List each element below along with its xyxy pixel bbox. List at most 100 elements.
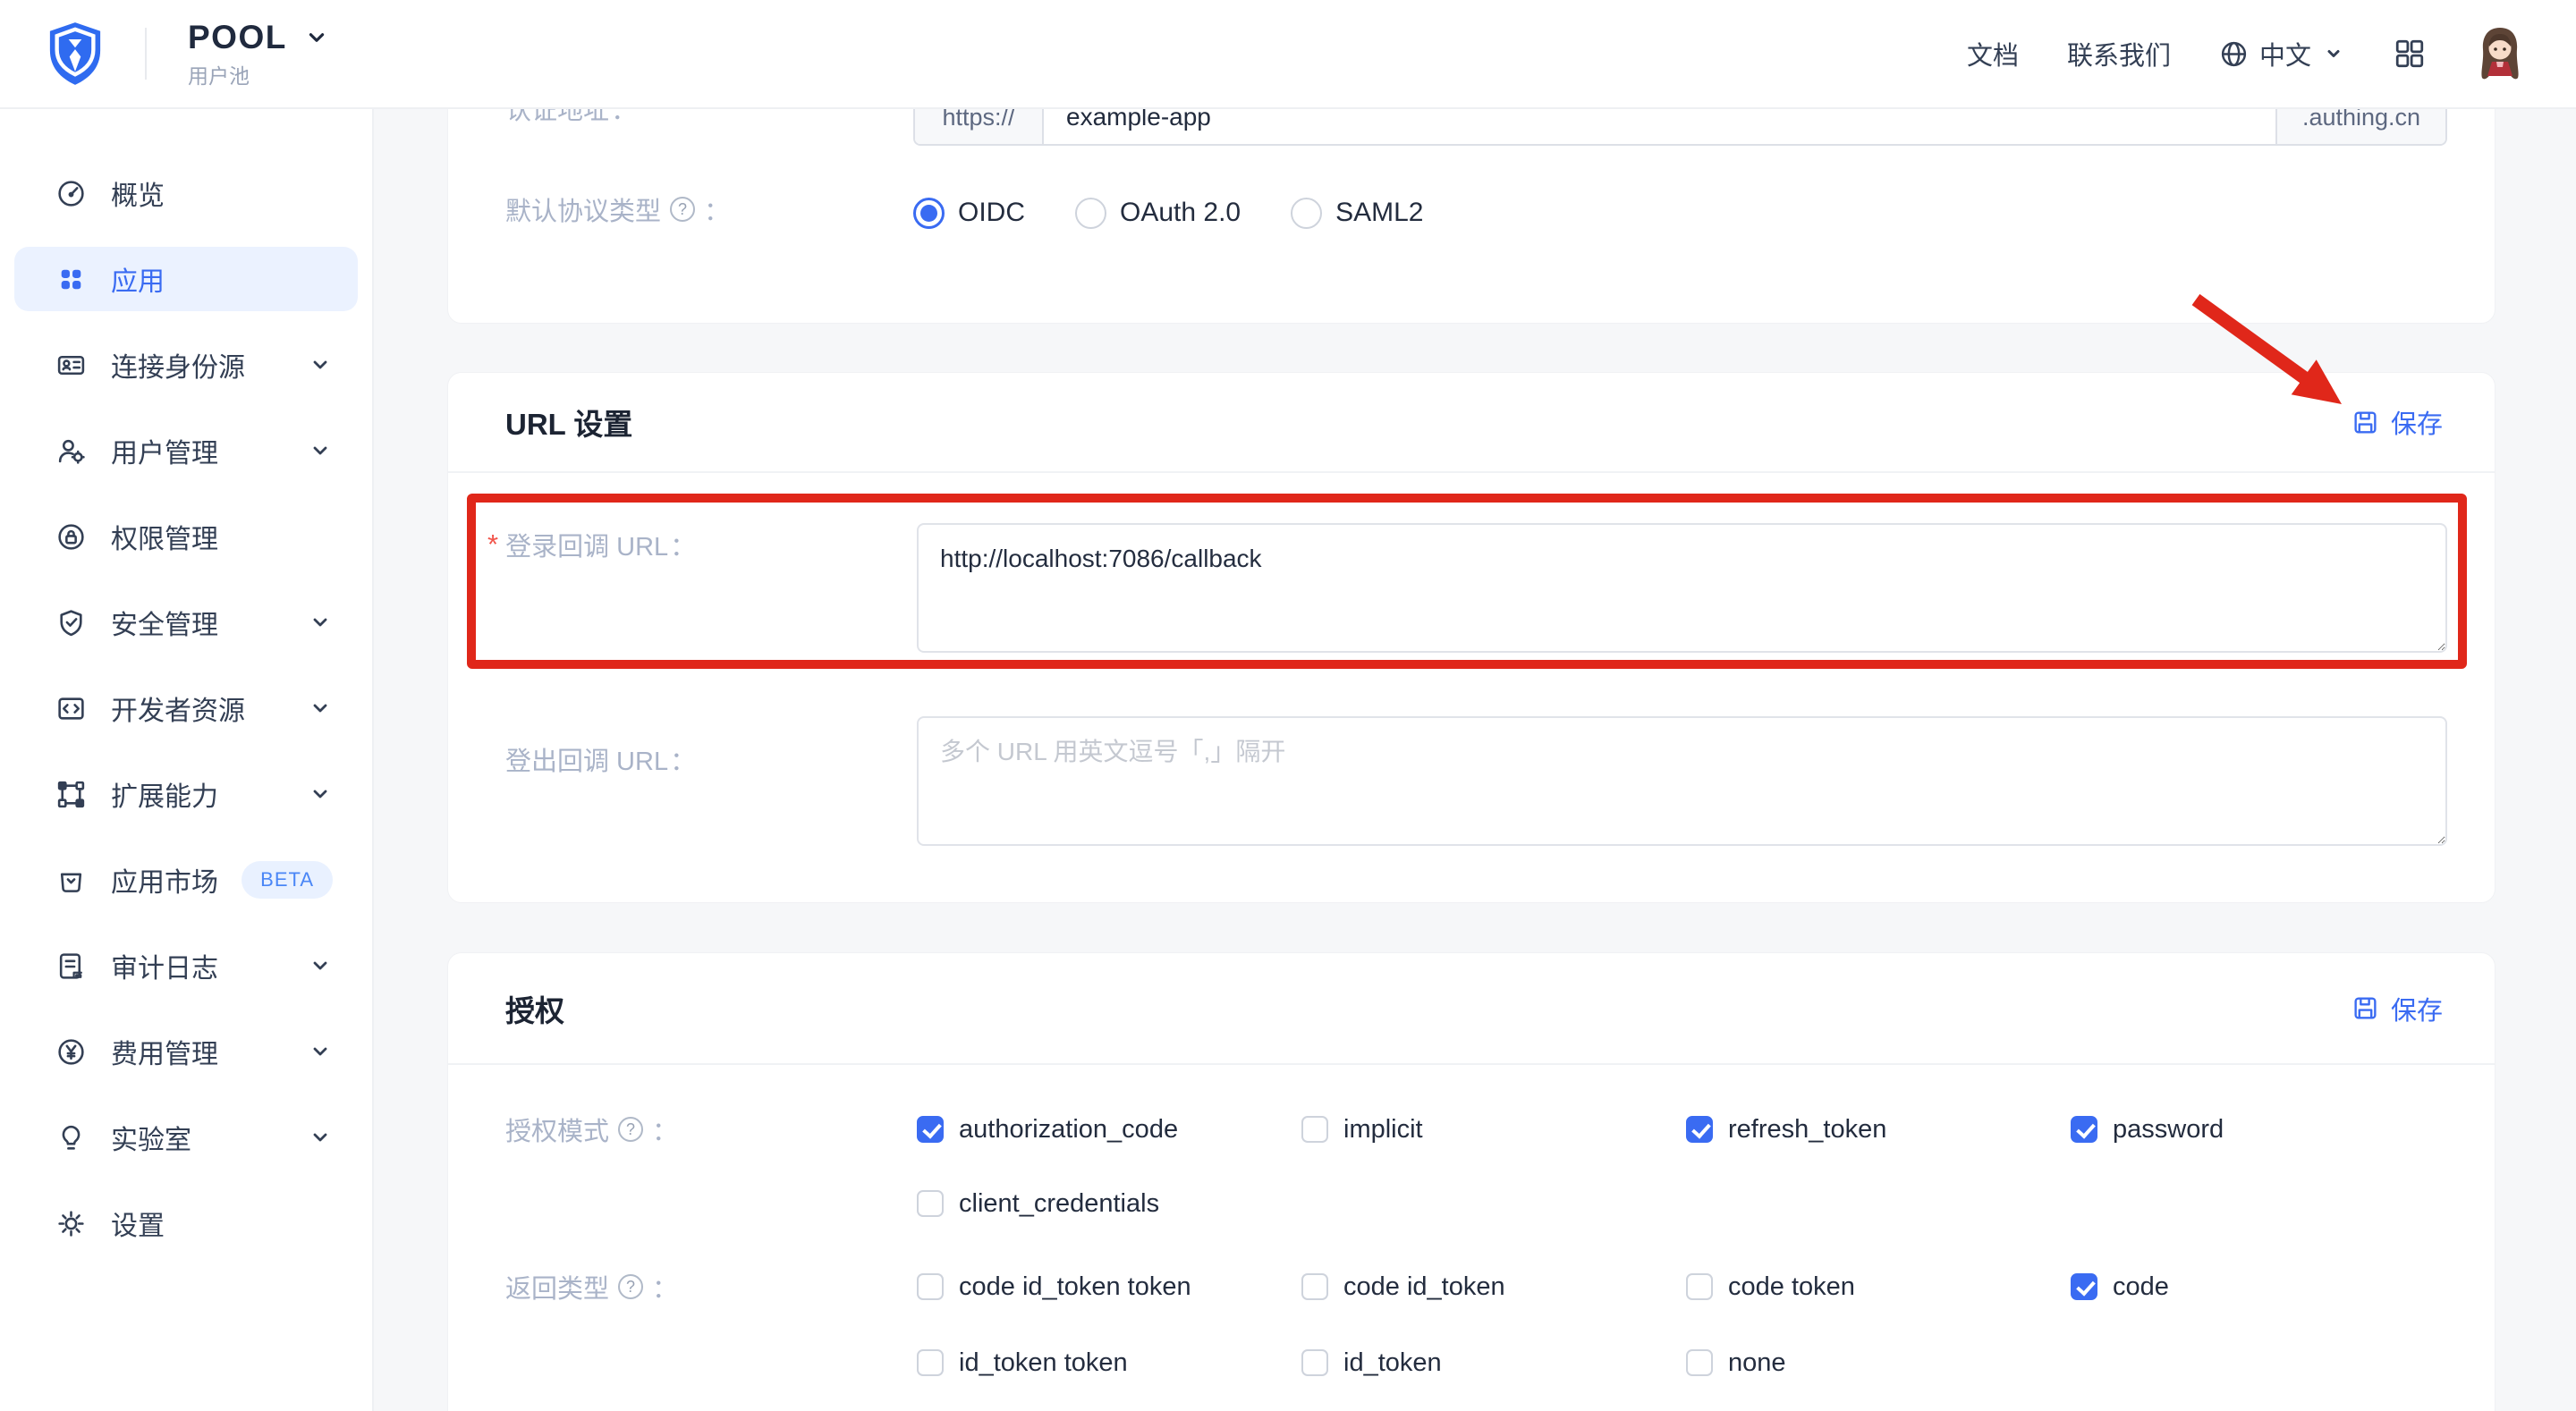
sidebar-item-label: 权限管理 (111, 517, 333, 556)
chevron-down-icon (308, 352, 333, 377)
header-divider (145, 28, 147, 80)
checkbox-idtoken[interactable]: id_token (1301, 1348, 1686, 1378)
avatar[interactable] (2474, 24, 2526, 83)
sidebar: 概览 应用 连接身份源 用户管理 权限管理 安全管理 开发者资源 扩展能力 应用… (0, 109, 374, 1411)
sidebar-item-label: 开发者资源 (111, 689, 308, 728)
authorization-card: 授权 保存 授权模式 ? ： authorization_code implic… (447, 952, 2496, 1411)
response-type-row-2: id_token token id_token none (917, 1344, 2071, 1381)
chevron-down-icon (308, 782, 333, 807)
document-log-icon (55, 951, 87, 982)
sidebar-item-label: 连接身份源 (111, 345, 308, 384)
checkbox-client-credentials[interactable]: client_credentials (917, 1189, 1301, 1219)
sidebar-item-label: 费用管理 (111, 1032, 308, 1071)
basic-settings-card: 认证地址： https:// .authing.cn 默认协议类型 ? ： OI… (447, 109, 2496, 324)
contact-link[interactable]: 联系我们 (2067, 35, 2171, 72)
userpool-switcher[interactable]: POOL 用户池 (188, 19, 330, 89)
yen-circle-icon (55, 1036, 87, 1068)
save-button[interactable]: 保存 (2351, 990, 2443, 1027)
help-icon[interactable]: ? (618, 1274, 643, 1299)
language-selector[interactable]: 中文 (2219, 35, 2345, 72)
sidebar-item-security-management[interactable]: 安全管理 (14, 590, 358, 655)
checkbox-authorization-code[interactable]: authorization_code (917, 1115, 1301, 1145)
sidebar-item-label: 应用市场 (111, 860, 242, 900)
checkbox-none[interactable]: none (1686, 1348, 2071, 1378)
sidebar-item-audit-logs[interactable]: 审计日志 (14, 934, 358, 998)
url-settings-card: URL 设置 保存 * 登录回调 URL： http://localhost:7… (447, 372, 2496, 903)
radio-saml2[interactable]: SAML2 (1291, 198, 1423, 229)
chevron-down-icon (2322, 42, 2345, 65)
apps-dots-icon (55, 264, 87, 295)
chevron-down-icon (303, 24, 330, 51)
radio-oidc[interactable]: OIDC (913, 198, 1025, 229)
sidebar-item-identity-sources[interactable]: 连接身份源 (14, 333, 358, 397)
checkbox-box (917, 1273, 944, 1300)
checkbox-code-idtoken-token[interactable]: code id_token token (917, 1272, 1301, 1302)
chevron-down-icon (308, 610, 333, 635)
sidebar-item-overview[interactable]: 概览 (14, 161, 358, 225)
save-icon (2351, 409, 2379, 436)
sidebar-item-app-marketplace[interactable]: 应用市场 BETA (14, 848, 358, 912)
url-prefix-addon: https:// (915, 109, 1044, 144)
help-icon[interactable]: ? (618, 1117, 643, 1142)
checkbox-box (2071, 1116, 2097, 1143)
sidebar-item-label: 设置 (111, 1204, 333, 1243)
grant-mode-label: 授权模式 ? ： (505, 1111, 678, 1147)
checkbox-box (917, 1190, 944, 1217)
sidebar-item-laboratory[interactable]: 实验室 (14, 1105, 358, 1170)
checkbox-idtoken-token[interactable]: id_token token (917, 1348, 1301, 1378)
checkbox-box (1686, 1116, 1713, 1143)
grant-mode-row-2: client_credentials (917, 1185, 1301, 1222)
userpool-subtitle: 用户池 (188, 59, 330, 89)
beta-badge: BETA (242, 861, 333, 899)
response-type-label: 返回类型 ? ： (505, 1269, 678, 1305)
chevron-down-icon (308, 1039, 333, 1064)
checkbox-refresh-token[interactable]: refresh_token (1686, 1115, 2071, 1145)
chevron-down-icon (308, 438, 333, 463)
login-callback-label: * 登录回调 URL： (487, 527, 696, 562)
sidebar-item-label: 扩展能力 (111, 774, 308, 814)
sidebar-item-extension-capabilities[interactable]: 扩展能力 (14, 762, 358, 826)
checkbox-implicit[interactable]: implicit (1301, 1115, 1686, 1145)
auth-address-label: 认证地址： (505, 109, 637, 126)
sidebar-item-label: 概览 (111, 173, 333, 213)
sidebar-item-billing-management[interactable]: 费用管理 (14, 1019, 358, 1084)
sidebar-item-permission-management[interactable]: 权限管理 (14, 504, 358, 569)
docs-link[interactable]: 文档 (1967, 35, 2019, 72)
language-label: 中文 (2259, 35, 2311, 72)
protocol-type-label: 默认协议类型 ? ： (505, 191, 730, 227)
app-header: POOL 用户池 文档 联系我们 中文 (0, 0, 2576, 109)
radio-dot (913, 198, 945, 229)
sidebar-item-applications[interactable]: 应用 (14, 247, 358, 311)
checkbox-box (1686, 1349, 1713, 1376)
gear-icon (55, 1208, 87, 1239)
auth-address-input[interactable] (1044, 109, 2275, 144)
radio-oauth2[interactable]: OAuth 2.0 (1075, 198, 1241, 229)
login-callback-textarea[interactable]: http://localhost:7086/callback (917, 523, 2447, 653)
shield-check-icon (55, 607, 87, 638)
section-title: URL 设置 (505, 401, 632, 444)
sidebar-item-label: 审计日志 (111, 946, 308, 985)
id-card-icon (55, 350, 87, 381)
save-button[interactable]: 保存 (2351, 403, 2443, 441)
checkbox-code-idtoken[interactable]: code id_token (1301, 1272, 1686, 1302)
response-type-row-1: code id_token token code id_token code t… (917, 1268, 2455, 1305)
checkbox-code[interactable]: code (2071, 1272, 2455, 1302)
chevron-down-icon (308, 953, 333, 978)
help-icon[interactable]: ? (670, 197, 695, 222)
save-icon (2351, 994, 2379, 1022)
shopping-bag-icon (55, 865, 87, 896)
checkbox-password[interactable]: password (2071, 1115, 2455, 1145)
radio-dot (1075, 198, 1106, 229)
logout-callback-label: 登出回调 URL： (505, 741, 696, 777)
auth-address-input-group: https:// .authing.cn (913, 109, 2447, 146)
checkbox-code-token[interactable]: code token (1686, 1272, 2071, 1302)
sidebar-item-user-management[interactable]: 用户管理 (14, 418, 358, 483)
grant-mode-row-1: authorization_code implicit refresh_toke… (917, 1111, 2455, 1148)
sidebar-item-settings[interactable]: 设置 (14, 1191, 358, 1255)
radio-dot (1291, 198, 1322, 229)
userpool-name: POOL (188, 19, 287, 56)
required-asterisk: * (487, 528, 498, 561)
apps-grid-icon[interactable] (2394, 38, 2426, 70)
sidebar-item-developer-resources[interactable]: 开发者资源 (14, 676, 358, 740)
logout-callback-textarea[interactable] (917, 716, 2447, 846)
